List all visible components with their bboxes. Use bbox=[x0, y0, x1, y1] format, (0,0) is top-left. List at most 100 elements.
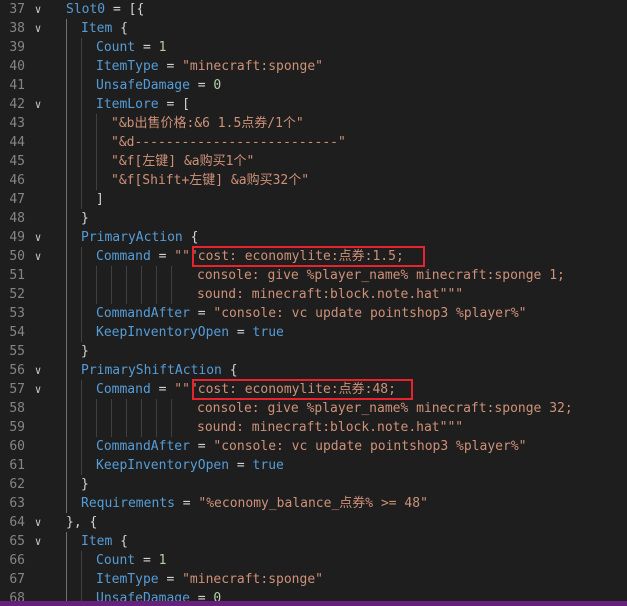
indent-guide bbox=[81, 171, 82, 190]
code-token: KeepInventoryOpen bbox=[96, 325, 230, 340]
code-line[interactable]: 66 Count = 1 bbox=[0, 551, 627, 570]
indent-guide bbox=[96, 152, 97, 171]
line-number: 48 bbox=[9, 211, 25, 226]
code-token: = bbox=[229, 458, 253, 473]
code-line[interactable]: 44 "&d--------------------------" bbox=[0, 133, 627, 152]
code-line[interactable]: 46 "&f[Shift+左键] &a购买32个" bbox=[0, 171, 627, 190]
code-line[interactable]: 49 ∨ PrimaryAction { bbox=[0, 228, 627, 247]
code-content: KeepInventoryOpen = true bbox=[96, 456, 284, 475]
code-line[interactable]: 53 CommandAfter = "console: vc update poi… bbox=[0, 304, 627, 323]
code-token: = bbox=[135, 553, 159, 568]
line-number: 49 bbox=[9, 230, 25, 245]
fold-chevron-icon[interactable]: ∨ bbox=[31, 380, 45, 399]
code-line[interactable]: 43 "&b出售价格:&6 1.5点券/1个" bbox=[0, 114, 627, 133]
code-line[interactable]: 56 ∨ PrimaryShiftAction { bbox=[0, 361, 627, 380]
code-line[interactable]: 63 Requirements = "%economy_balance_点券% >… bbox=[0, 494, 627, 513]
code-line[interactable]: 45 "&f[左键] &a购买1个" bbox=[0, 152, 627, 171]
code-line[interactable]: 52 sound: minecraft:block.note.hat""" bbox=[0, 285, 627, 304]
indent-guide bbox=[171, 285, 172, 304]
code-token: { bbox=[221, 363, 238, 378]
indent-guide bbox=[141, 285, 142, 304]
code-token: = bbox=[158, 572, 183, 587]
code-token: = bbox=[189, 78, 214, 93]
indent-guide bbox=[96, 418, 97, 437]
code-line[interactable]: 59 sound: minecraft:block.note.hat""" bbox=[0, 418, 627, 437]
code-content: UnsafeDamage = 0 bbox=[96, 76, 221, 95]
fold-chevron-icon[interactable]: ∨ bbox=[31, 513, 45, 532]
code-line[interactable]: 51 console: give %player_name% minecraft:… bbox=[0, 266, 627, 285]
code-content: ] bbox=[96, 190, 104, 209]
code-line[interactable]: 42 ∨ ItemLore = [ bbox=[0, 95, 627, 114]
code-line[interactable]: 68 UnsafeDamage = 0 bbox=[0, 589, 627, 601]
indent-guide bbox=[111, 418, 112, 437]
code-token: "console: vc update pointshop3 %player%" bbox=[213, 306, 527, 321]
indent-guide bbox=[141, 399, 142, 418]
code-line[interactable]: 67 ItemType = "minecraft:sponge" bbox=[0, 570, 627, 589]
code-token: true bbox=[252, 325, 284, 340]
indent-guide bbox=[126, 399, 127, 418]
indent-guide bbox=[81, 285, 82, 304]
indent-guide bbox=[156, 399, 157, 418]
code-content: } bbox=[81, 342, 89, 361]
code-line[interactable]: 65 ∨ Item { bbox=[0, 532, 627, 551]
fold-chevron-icon[interactable]: ∨ bbox=[31, 228, 45, 247]
indent-guide bbox=[96, 285, 97, 304]
code-line[interactable]: 47] bbox=[0, 190, 627, 209]
code-token: PrimaryAction bbox=[81, 230, 183, 245]
indent-guide bbox=[171, 418, 172, 437]
code-line[interactable]: 48} bbox=[0, 209, 627, 228]
code-line[interactable]: 54 KeepInventoryOpen = true bbox=[0, 323, 627, 342]
fold-chevron-icon[interactable]: ∨ bbox=[31, 532, 45, 551]
code-content: PrimaryShiftAction { bbox=[81, 361, 238, 380]
code-content: "&f[Shift+左键] &a购买32个" bbox=[111, 171, 309, 190]
fold-chevron-icon[interactable]: ∨ bbox=[31, 361, 45, 380]
indent-guide bbox=[81, 76, 82, 95]
line-number: 59 bbox=[9, 420, 25, 435]
code-line[interactable]: 57 ∨ Command = """cost: economylite:点券:48; bbox=[0, 380, 627, 399]
code-token: 1 bbox=[158, 553, 167, 568]
code-content: CommandAfter = "console: vc update point… bbox=[96, 304, 526, 323]
fold-chevron-icon[interactable]: ∨ bbox=[31, 247, 45, 266]
indent-guide bbox=[81, 323, 82, 342]
indent-guide bbox=[96, 171, 97, 190]
code-token: Command bbox=[96, 249, 151, 264]
code-line[interactable]: 37 ∨ Slot0 = [{ bbox=[0, 0, 627, 19]
code-token: 0 bbox=[213, 78, 222, 93]
code-line[interactable]: 60 CommandAfter = "console: vc update poi… bbox=[0, 437, 627, 456]
code-line[interactable]: 64 ∨}, { bbox=[0, 513, 627, 532]
indent-guide bbox=[66, 209, 67, 228]
fold-chevron-icon[interactable]: ∨ bbox=[31, 0, 45, 19]
line-number: 66 bbox=[9, 553, 25, 568]
code-token: console: give %player_name% minecraft:sp… bbox=[197, 268, 565, 283]
code-editor[interactable]: 37 ∨ Slot0 = [{38 ∨ Item {39 Count = 1 40 ItemT… bbox=[0, 0, 627, 601]
code-line[interactable]: 55} bbox=[0, 342, 627, 361]
code-token: "&d--------------------------" bbox=[111, 135, 346, 150]
fold-chevron-icon[interactable]: ∨ bbox=[31, 95, 45, 114]
indent-guide bbox=[156, 266, 157, 285]
code-line[interactable]: 38 ∨ Item { bbox=[0, 19, 627, 38]
code-line[interactable]: 50 ∨ Command = """cost: economylite:点券:1.5… bbox=[0, 247, 627, 266]
code-line[interactable]: 58 console: give %player_name% minecraft:… bbox=[0, 399, 627, 418]
code-token: "minecraft:sponge" bbox=[182, 572, 323, 587]
fold-chevron-icon[interactable]: ∨ bbox=[31, 19, 45, 38]
code-line[interactable]: 41 UnsafeDamage = 0 bbox=[0, 76, 627, 95]
indent-guide bbox=[156, 418, 157, 437]
line-number: 68 bbox=[9, 591, 25, 601]
code-token: } bbox=[81, 477, 89, 492]
indent-guide bbox=[81, 247, 82, 266]
indent-guide bbox=[66, 361, 67, 380]
code-token: "minecraft:sponge" bbox=[182, 59, 323, 74]
code-line[interactable]: 40 ItemType = "minecraft:sponge" bbox=[0, 57, 627, 76]
code-token: sound: minecraft:block.note.hat""" bbox=[197, 420, 464, 435]
indent-guide bbox=[81, 152, 82, 171]
indent-guide bbox=[81, 399, 82, 418]
indent-guide bbox=[126, 285, 127, 304]
line-number: 43 bbox=[9, 116, 25, 131]
indent-guide bbox=[81, 437, 82, 456]
code-line[interactable]: 39 Count = 1 bbox=[0, 38, 627, 57]
code-token: "&f[Shift+左键] &a购买32个" bbox=[111, 173, 310, 188]
code-token: Requirements bbox=[81, 496, 175, 511]
code-line[interactable]: 62} bbox=[0, 475, 627, 494]
code-token: UnsafeDamage bbox=[96, 78, 190, 93]
code-line[interactable]: 61 KeepInventoryOpen = true bbox=[0, 456, 627, 475]
